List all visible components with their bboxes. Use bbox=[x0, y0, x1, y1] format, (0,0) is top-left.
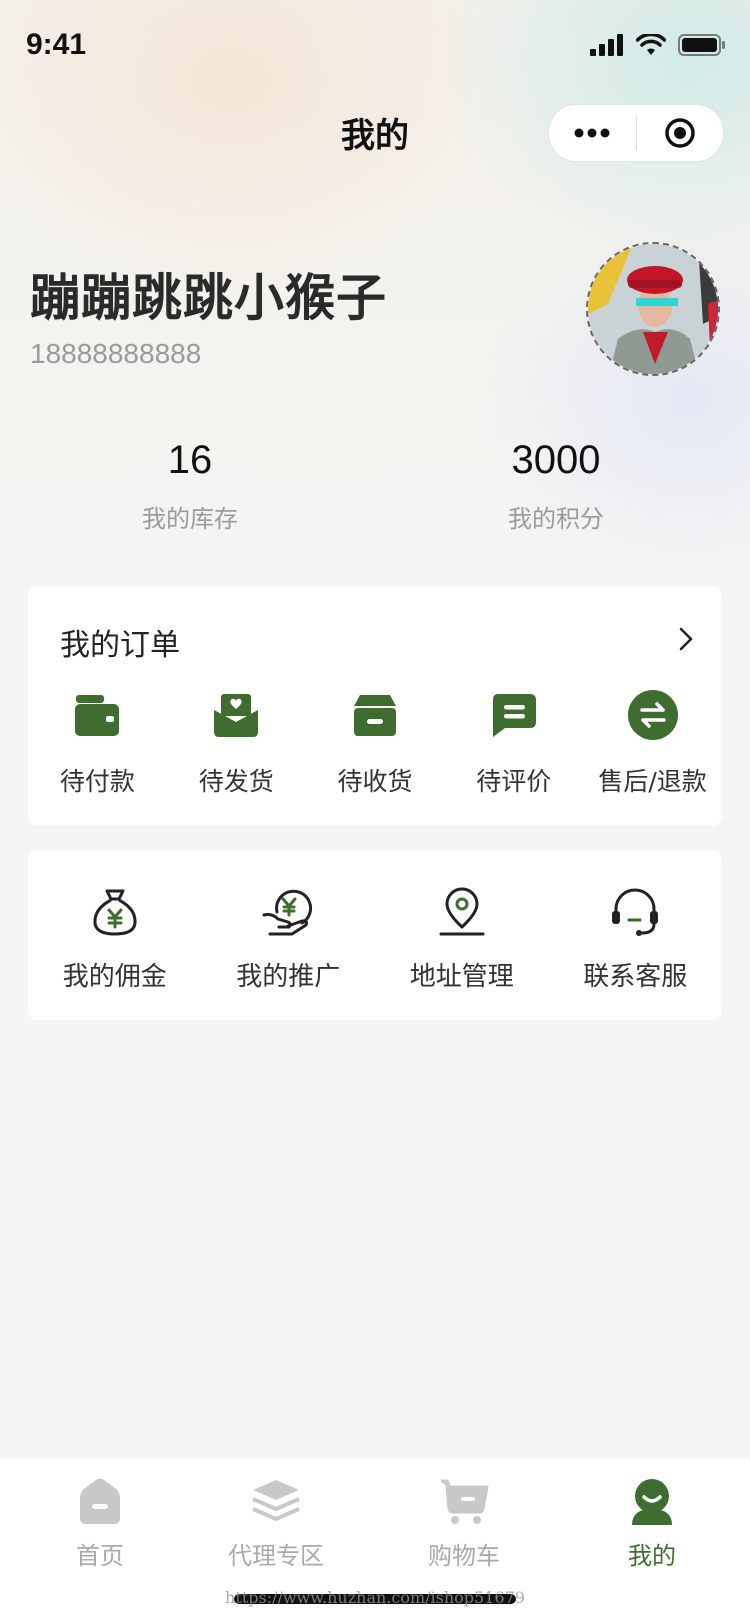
tab-agent-zone[interactable]: 代理专区 bbox=[182, 1476, 370, 1571]
stat-value: 3000 bbox=[511, 438, 601, 482]
services-card: 我的佣金 我的推广 地址管理 联系客服 bbox=[28, 850, 722, 1020]
box-icon bbox=[353, 695, 396, 736]
more-button[interactable] bbox=[549, 105, 636, 161]
close-program-button[interactable] bbox=[637, 105, 724, 161]
headset-icon bbox=[612, 888, 659, 936]
stat-points[interactable]: 3000 我的积分 bbox=[436, 438, 676, 534]
wallet-icon bbox=[75, 695, 120, 736]
order-status-row: 待付款 待发货 待收货 待评价 售后/退款 bbox=[28, 690, 722, 798]
stat-inventory[interactable]: 16 我的库存 bbox=[70, 438, 310, 534]
service-promotion[interactable]: 我的推广 bbox=[202, 886, 376, 993]
service-label: 联系客服 bbox=[583, 962, 688, 992]
target-icon bbox=[665, 118, 695, 148]
tab-cart[interactable]: 购物车 bbox=[370, 1476, 558, 1571]
service-address[interactable]: 地址管理 bbox=[375, 886, 549, 993]
services-row: 我的佣金 我的推广 地址管理 联系客服 bbox=[28, 886, 722, 993]
stat-value: 16 bbox=[167, 438, 213, 482]
stat-label: 我的库存 bbox=[142, 505, 238, 533]
order-label: 待评价 bbox=[476, 767, 552, 796]
order-pending-shipment[interactable]: 待发货 bbox=[167, 690, 306, 798]
user-icon bbox=[632, 1479, 672, 1525]
tab-label: 购物车 bbox=[428, 1542, 500, 1570]
more-dots-icon bbox=[574, 128, 610, 138]
order-pending-payment[interactable]: 待付款 bbox=[28, 690, 167, 798]
battery-icon bbox=[678, 34, 725, 56]
status-bar: 9:41 bbox=[0, 0, 750, 90]
orders-title[interactable]: 我的订单 bbox=[60, 620, 180, 664]
status-icons bbox=[590, 34, 726, 56]
order-pending-receipt[interactable]: 待收货 bbox=[306, 690, 445, 798]
order-pending-review[interactable]: 待评价 bbox=[444, 690, 583, 798]
stat-label: 我的积分 bbox=[508, 505, 604, 533]
parcel-heart-icon bbox=[214, 694, 259, 737]
orders-card: 我的订单 待付款 待发货 待收货 待评价 售后/退款 bbox=[28, 586, 722, 826]
tab-label: 代理专区 bbox=[228, 1542, 324, 1570]
order-label: 待付款 bbox=[59, 767, 135, 796]
chat-icon bbox=[492, 694, 536, 737]
hand-coin-icon bbox=[262, 889, 313, 936]
user-phone: 18888888888 bbox=[30, 338, 202, 369]
service-label: 我的推广 bbox=[236, 962, 341, 992]
order-label: 售后/退款 bbox=[598, 767, 707, 796]
service-label: 我的佣金 bbox=[62, 962, 167, 992]
tab-mine[interactable]: 我的 bbox=[558, 1476, 746, 1571]
tab-home[interactable]: 首页 bbox=[6, 1476, 194, 1571]
tab-label: 首页 bbox=[76, 1542, 124, 1570]
order-after-sales[interactable]: 售后/退款 bbox=[583, 690, 722, 798]
signal-icon bbox=[590, 34, 623, 56]
cart-icon bbox=[441, 1479, 489, 1524]
service-support[interactable]: 联系客服 bbox=[549, 886, 723, 993]
user-name: 蹦蹦跳跳小猴子 bbox=[30, 269, 387, 327]
service-commission[interactable]: 我的佣金 bbox=[28, 886, 202, 993]
location-pin-icon bbox=[439, 887, 485, 936]
home-icon bbox=[80, 1478, 120, 1524]
wifi-icon bbox=[636, 34, 666, 55]
status-time: 9:41 bbox=[26, 28, 87, 61]
mini-program-capsule bbox=[548, 104, 724, 162]
watermark-text: https://www.huzhan.com/ishop51679 bbox=[225, 1588, 525, 1607]
layers-icon bbox=[252, 1480, 300, 1521]
order-label: 待发货 bbox=[198, 767, 274, 796]
order-label: 待收货 bbox=[337, 767, 413, 796]
service-label: 地址管理 bbox=[409, 962, 514, 992]
tab-label: 我的 bbox=[628, 1542, 676, 1570]
exchange-icon bbox=[627, 690, 678, 740]
avatar[interactable] bbox=[586, 242, 720, 376]
avatar-image bbox=[588, 244, 718, 374]
money-bag-icon bbox=[93, 889, 137, 936]
chevron-right-icon[interactable] bbox=[678, 626, 694, 652]
